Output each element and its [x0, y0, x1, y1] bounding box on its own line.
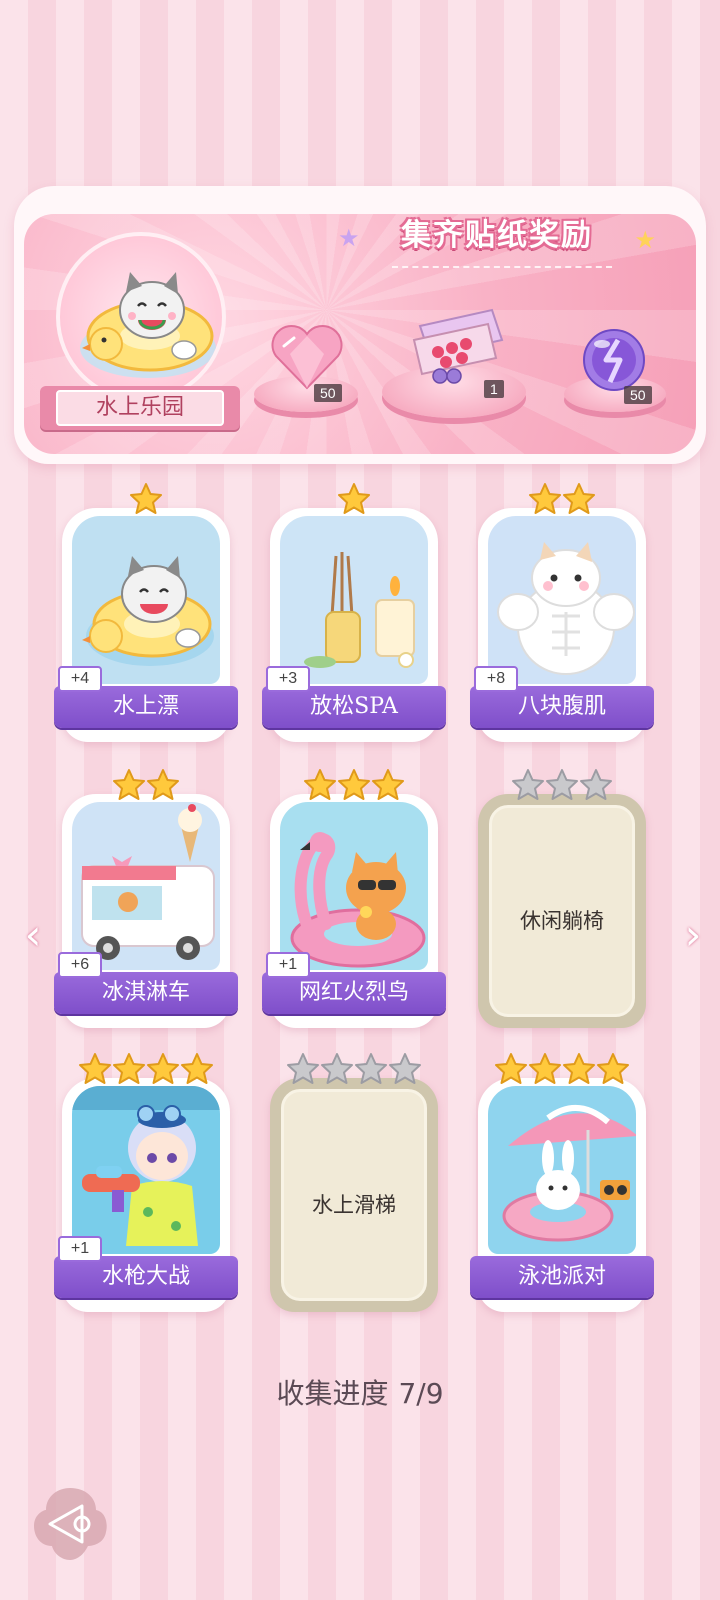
star-rating — [58, 768, 234, 808]
star-icon — [529, 483, 561, 514]
star-icon: ★ — [338, 224, 360, 252]
star-icon — [304, 769, 336, 800]
bunny-pool-party-icon — [488, 1086, 636, 1254]
sticker-card[interactable]: 八块腹肌 +8 — [470, 483, 654, 742]
star-icon — [338, 769, 370, 800]
sticker-count-badge: +6 — [58, 952, 102, 978]
star-icon — [130, 483, 162, 514]
star-icon — [287, 1053, 319, 1084]
reward-count: 1 — [484, 380, 504, 398]
sticker-title: 休闲躺椅 — [520, 909, 604, 933]
star-icon — [181, 1053, 213, 1084]
ice-cream-truck-icon — [72, 802, 220, 970]
banner-title-area: ★ 集齐贴纸奖励 ★ — [338, 210, 656, 268]
pink-heart-gem-icon — [271, 325, 343, 390]
star-rating — [266, 1052, 442, 1092]
park-name-plate: 水上乐园 — [40, 386, 240, 430]
sticker-count-badge: +1 — [58, 1236, 102, 1262]
star-rating — [58, 1052, 234, 1092]
star-icon — [495, 1053, 527, 1084]
reward-heart-gem[interactable]: 50 — [252, 324, 362, 420]
sticker-card[interactable]: 放松SPA +3 — [262, 483, 446, 742]
star-icon — [389, 1053, 421, 1084]
locked-sticker-panel: 休闲躺椅 — [486, 802, 638, 1020]
sticker-title: 八块腹肌 — [470, 686, 654, 728]
gift-box-icon — [412, 308, 504, 384]
star-rating — [474, 1052, 650, 1092]
progress-value: 7/9 — [398, 1377, 444, 1410]
sticker-title: 水枪大战 — [54, 1256, 238, 1298]
back-button[interactable] — [30, 1484, 110, 1564]
star-rating — [58, 482, 234, 522]
sticker-title: 泳池派对 — [470, 1256, 654, 1298]
sticker-title: 放松SPA — [262, 686, 446, 728]
sticker-title: 网红火烈鸟 — [262, 972, 446, 1014]
sticker-card[interactable]: 水枪大战 +1 — [54, 1053, 238, 1312]
star-icon — [563, 1053, 595, 1084]
sticker-card[interactable]: 网红火烈鸟 +1 — [262, 769, 446, 1028]
star-rating — [266, 482, 442, 522]
sticker-card[interactable]: 泳池派对 — [470, 1053, 654, 1312]
sticker-count-badge: +1 — [266, 952, 310, 978]
sticker-title: 水上滑梯 — [312, 1193, 396, 1217]
progress-label: 收集进度 — [276, 1377, 389, 1410]
sticker-card[interactable]: 冰淇淋车 +6 — [54, 769, 238, 1028]
prev-page-arrow-icon[interactable]: ‹ — [16, 910, 50, 960]
sticker-card[interactable]: 水上漂 +4 — [54, 483, 238, 742]
sticker-count-badge: +3 — [266, 666, 310, 692]
reward-lightning-orb[interactable]: 50 — [564, 326, 670, 422]
star-icon — [563, 483, 595, 514]
reward-count: 50 — [624, 386, 652, 404]
sticker-title: 水上漂 — [54, 686, 238, 728]
sticker-card[interactable]: 水上滑梯 — [266, 1053, 442, 1312]
reward-gift-box[interactable]: 1 — [380, 300, 530, 428]
sticker-count-badge: +8 — [474, 666, 518, 692]
next-page-arrow-icon[interactable]: › — [676, 910, 710, 960]
star-icon — [338, 483, 370, 514]
star-icon — [597, 1053, 629, 1084]
cat-flamingo-float-icon — [280, 802, 428, 970]
park-name: 水上乐园 — [56, 390, 224, 426]
muscle-cat-icon — [488, 516, 636, 684]
star-icon — [113, 1053, 145, 1084]
star-icon — [546, 769, 578, 800]
star-icon — [113, 769, 145, 800]
star-icon — [372, 769, 404, 800]
sticker-title: 冰淇淋车 — [54, 972, 238, 1014]
sticker-card[interactable]: 休闲躺椅 — [474, 769, 650, 1028]
purple-lightning-orb-icon — [583, 329, 645, 391]
star-icon — [355, 1053, 387, 1084]
star-icon — [321, 1053, 353, 1084]
diffuser-candle-icon — [280, 516, 428, 684]
star-icon — [147, 769, 179, 800]
locked-sticker-panel: 水上滑梯 — [278, 1086, 430, 1304]
star-rating — [474, 482, 650, 522]
star-rating — [474, 768, 650, 808]
collection-progress: 收集进度 7/9 — [0, 1372, 720, 1412]
park-sticker-icon[interactable] — [56, 232, 226, 402]
sticker-count-badge: +4 — [58, 666, 102, 692]
cat-on-float-icon — [72, 516, 220, 684]
boy-water-gun-icon — [72, 1086, 220, 1254]
reward-count: 50 — [314, 384, 342, 402]
star-icon — [512, 769, 544, 800]
back-arrow-icon — [34, 1488, 107, 1560]
star-icon — [529, 1053, 561, 1084]
banner-title: 集齐贴纸奖励 — [401, 218, 593, 253]
star-icon — [79, 1053, 111, 1084]
star-rating — [266, 768, 442, 808]
star-icon — [147, 1053, 179, 1084]
star-icon: ★ — [634, 226, 656, 254]
star-icon — [580, 769, 612, 800]
